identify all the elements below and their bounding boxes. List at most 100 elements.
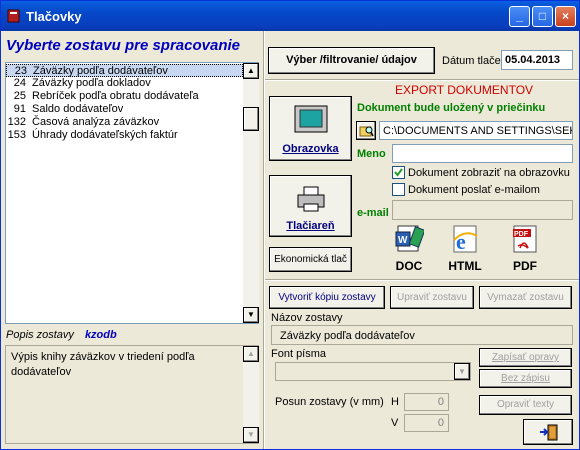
maximize-button[interactable]: □	[532, 6, 553, 27]
report-title: Rebríček podľa obratu dodávateľa	[32, 90, 199, 102]
report-name-field[interactable]: Záväzky podľa dodávateľov	[271, 325, 573, 345]
report-code: kzodb	[84, 329, 117, 341]
report-list-item[interactable]: 25 Rebríček podľa obratu dodávateľa	[6, 90, 243, 103]
main-window: Tlačovky _ □ × Vyberte zostavu pre sprac…	[0, 0, 580, 450]
export-title: EXPORT DOKUMENTOV	[395, 83, 534, 97]
checkmark-icon	[394, 168, 403, 177]
report-number: 153	[7, 129, 26, 141]
report-title: Záväzky podľa dokladov	[32, 77, 151, 89]
exit-button[interactable]	[523, 419, 573, 445]
report-title: Časová analýza záväzkov	[32, 116, 160, 128]
date-field[interactable]: 05.04.2013	[501, 50, 573, 70]
report-list-item[interactable]: 153 Úhrady dodávateľských faktúr	[6, 129, 243, 142]
save-changes-button[interactable]: Zapísať opravy	[479, 348, 572, 367]
report-title: Záväzky podľa dodávateľov	[33, 65, 168, 77]
v-offset-value: 0	[437, 417, 444, 429]
html-export-button[interactable]: e HTML	[445, 224, 485, 274]
report-title: Úhrady dodávateľských faktúr	[32, 129, 178, 141]
font-dropdown-button[interactable]: ▼	[454, 363, 470, 380]
description-label: Popis zostavy	[6, 329, 74, 341]
h-offset-field[interactable]: 0	[404, 393, 449, 411]
report-list-item[interactable]: 24 Záväzky podľa dokladov	[6, 77, 243, 90]
date-label: Dátum tlače	[442, 55, 501, 67]
report-list-item[interactable]: 23 Záväzky podľa dodávateľov	[6, 64, 243, 77]
send-email-checkbox[interactable]	[392, 183, 405, 196]
vertical-divider	[263, 31, 265, 449]
internet-explorer-icon: e	[450, 224, 480, 257]
description-text: Výpis knihy záväzkov v triedení podľa do…	[11, 351, 195, 378]
scroll-thumb[interactable]	[243, 107, 259, 131]
report-title: Saldo dodávateľov	[32, 103, 124, 115]
screen-button[interactable]: Obrazovka	[269, 96, 352, 161]
font-select[interactable]: ▼	[275, 362, 471, 381]
select-filter-button[interactable]: Výber /filtrovanie/ údajov	[268, 47, 435, 74]
report-rows: 23 Záväzky podľa dodávateľov 24 Záväzky pod…	[6, 64, 243, 142]
scroll-down-button[interactable]: ▼	[243, 307, 259, 323]
pdf-export-button[interactable]: PDF PDF	[507, 224, 543, 274]
email-field[interactable]	[392, 200, 573, 220]
browse-folder-button[interactable]	[356, 121, 376, 140]
svg-text:PDF: PDF	[514, 231, 529, 238]
email-label: e-mail	[357, 207, 389, 219]
report-number: 91	[13, 103, 26, 115]
send-email-label[interactable]: Dokument poslať e-mailom	[408, 184, 540, 196]
horizontal-divider-mid	[265, 279, 579, 281]
report-name-label: Názov zostavy	[271, 312, 343, 324]
doc-label: DOC	[395, 259, 423, 273]
word-doc-icon: W	[394, 224, 426, 257]
copy-report-button[interactable]: Vytvoriť kópiu zostavy	[269, 286, 385, 309]
folder-label: Dokument bude uložený v priečinku	[357, 102, 546, 114]
description-box: Výpis knihy záväzkov v triedení podľa do…	[5, 345, 259, 444]
printer-icon	[296, 186, 326, 215]
meno-label: Meno	[357, 148, 386, 160]
fix-texts-button[interactable]: Opraviť texty	[479, 395, 572, 415]
pdf-icon: PDF	[510, 224, 540, 257]
description-caption: Popis zostavy kzodb	[6, 329, 117, 341]
report-list[interactable]: 23 Záväzky podľa dodávateľov 24 Záväzky pod…	[5, 62, 259, 324]
show-on-screen-checkbox[interactable]	[392, 166, 405, 179]
minimize-button[interactable]: _	[509, 6, 530, 27]
doc-export-button[interactable]: W DOC	[391, 224, 427, 274]
folder-search-icon	[359, 124, 374, 141]
report-number: 24	[13, 77, 26, 89]
screen-label: Obrazovka	[282, 143, 339, 155]
v-label: V	[391, 417, 399, 429]
show-on-screen-label[interactable]: Dokument zobraziť na obrazovku	[408, 167, 570, 179]
v-offset-field[interactable]: 0	[404, 414, 449, 432]
report-list-item[interactable]: 91 Saldo dodávateľov	[6, 103, 243, 116]
title-bar[interactable]: Tlačovky _ □ ×	[1, 1, 579, 31]
shift-label: Posun zostavy (v mm)	[275, 396, 384, 408]
report-name-value: Záväzky podľa dodávateľov	[280, 330, 415, 342]
svg-text:W: W	[398, 235, 408, 246]
report-number: 132	[7, 116, 26, 128]
h-offset-value: 0	[437, 396, 444, 408]
date-value: 05.04.2013	[505, 54, 561, 66]
delete-report-button[interactable]: Vymazať zostavu	[479, 286, 572, 309]
printer-button[interactable]: Tlačiareň	[269, 175, 352, 237]
app-icon	[7, 9, 21, 23]
folder-path-field[interactable]: C:\DOCUMENTS AND SETTINGS\SEKRE	[379, 121, 573, 140]
printer-label: Tlačiareň	[286, 220, 335, 232]
report-list-item[interactable]: 132 Časová analýza záväzkov	[6, 116, 243, 129]
window-title: Tlačovky	[26, 9, 82, 24]
desc-scroll-up[interactable]: ▲	[243, 346, 259, 362]
exit-door-icon	[539, 424, 559, 444]
report-heading: Vyberte zostavu pre spracovanie	[6, 37, 240, 54]
html-label: HTML	[448, 259, 482, 273]
economic-print-button[interactable]: Ekonomická tlač	[269, 247, 352, 272]
modify-report-button[interactable]: Upraviť zostavu	[390, 286, 474, 309]
font-label: Font písma	[271, 348, 327, 360]
list-scrollbar[interactable]: ▲ ▼	[243, 63, 259, 323]
description-scrollbar[interactable]: ▲ ▼	[243, 346, 259, 443]
pdf-label: PDF	[513, 259, 537, 273]
h-label: H	[391, 396, 399, 408]
desc-scroll-down[interactable]: ▼	[243, 427, 259, 443]
monitor-icon	[294, 105, 328, 138]
scroll-up-button[interactable]: ▲	[243, 63, 259, 79]
horizontal-divider-top	[265, 79, 579, 81]
no-save-button[interactable]: Bez zápisu	[479, 369, 572, 388]
report-number: 25	[13, 90, 26, 102]
close-button[interactable]: ×	[555, 6, 576, 27]
meno-field[interactable]	[392, 144, 573, 163]
folder-path: C:\DOCUMENTS AND SETTINGS\SEKRE	[383, 125, 573, 137]
